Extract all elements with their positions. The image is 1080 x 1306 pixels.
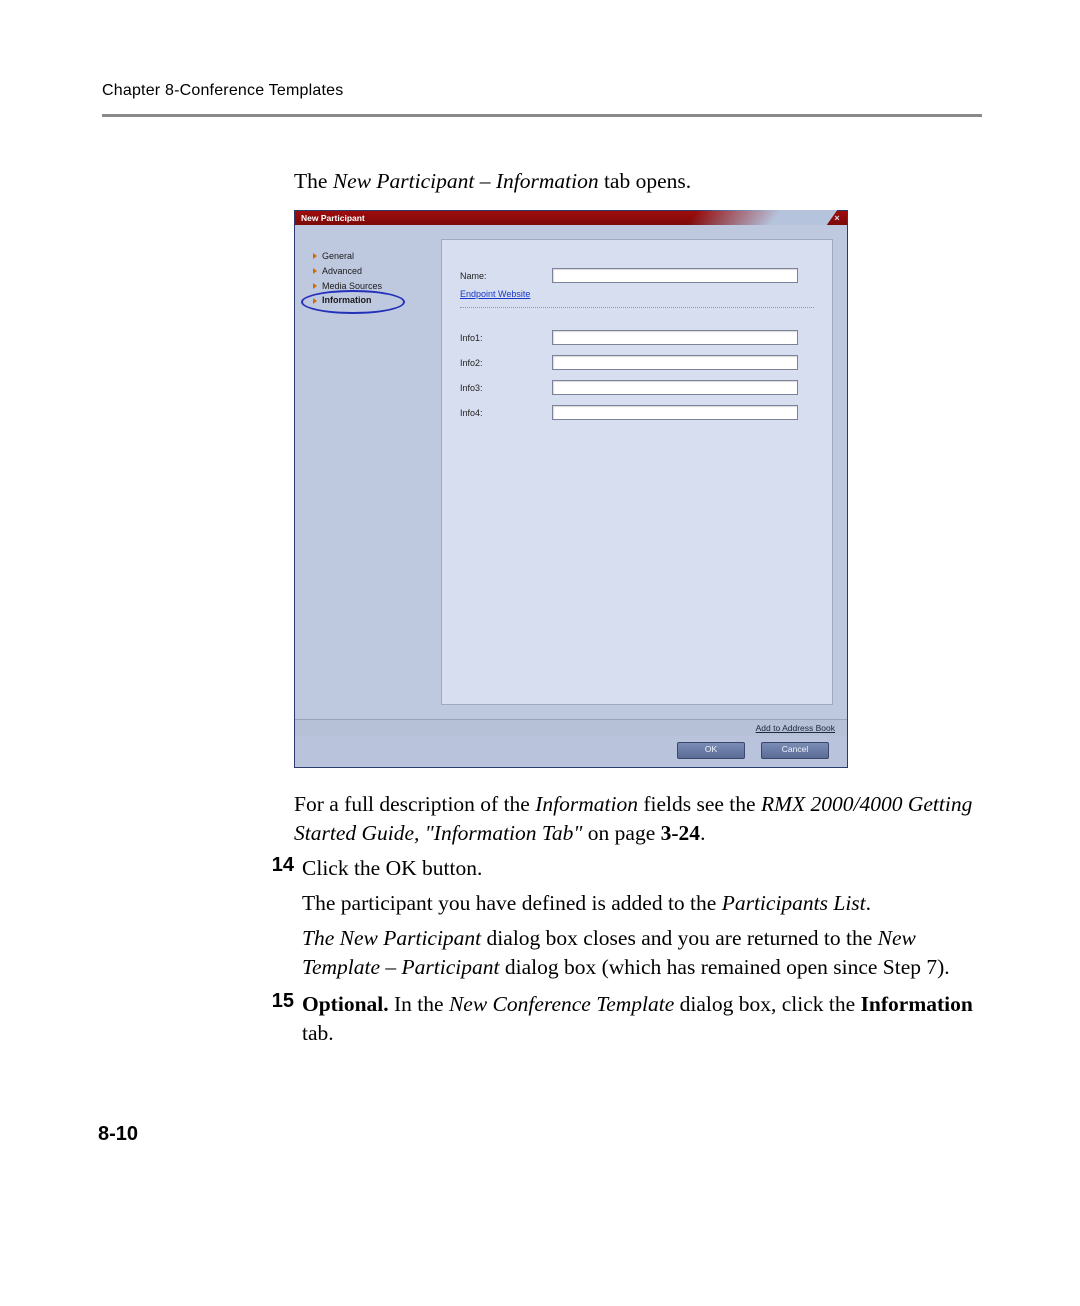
intro-prefix: The	[294, 169, 333, 193]
chapter-header: Chapter 8-Conference Templates	[102, 82, 982, 100]
sidebar-item-information[interactable]: Information	[313, 293, 441, 308]
sidebar-item-label: Advanced	[322, 266, 362, 277]
dialog-figure: New Participant × General Advanced	[294, 210, 848, 768]
t: .	[866, 891, 871, 915]
name-row: Name:	[460, 268, 814, 283]
chevron-right-icon	[313, 298, 317, 304]
name-label: Name:	[460, 271, 552, 281]
step-15: 15 Optional. In the New Conference Templ…	[294, 990, 974, 1054]
t: The participant you have defined is adde…	[302, 891, 722, 915]
info2-input[interactable]	[552, 355, 798, 370]
chevron-right-icon	[313, 253, 317, 259]
step-14: 14 Click the OK button. The participant …	[294, 854, 974, 988]
info3-input[interactable]	[552, 380, 798, 395]
step14-line3: The New Participant dialog box closes an…	[302, 924, 974, 982]
dialog-status-bar: Add to Address Book	[295, 719, 847, 736]
step14-line2: The participant you have defined is adde…	[302, 889, 974, 918]
post-figure-paragraph: For a full description of the Informatio…	[294, 790, 974, 848]
sidebar-item-general[interactable]: General	[313, 249, 441, 264]
dialog-footer: OK Cancel	[295, 736, 847, 767]
t: Information	[535, 792, 638, 816]
info2-label: Info2:	[460, 358, 552, 368]
titlebar-accent	[687, 210, 838, 225]
t: on page	[582, 821, 660, 845]
info1-input[interactable]	[552, 330, 798, 345]
dialog-titlebar[interactable]: New Participant ×	[295, 211, 847, 225]
step-number: 15	[258, 990, 302, 1013]
intro-line: The New Participant – Information tab op…	[294, 167, 974, 196]
sidebar-item-label: Media Sources	[322, 281, 382, 292]
close-icon[interactable]: ×	[831, 211, 843, 225]
t: New Conference Template	[449, 992, 674, 1016]
step14-line1: Click the OK button.	[302, 854, 974, 883]
t: In the	[389, 992, 449, 1016]
info4-label: Info4:	[460, 408, 552, 418]
t: Participants List	[722, 891, 866, 915]
ok-button[interactable]: OK	[677, 742, 745, 759]
step15-text: Optional. In the New Conference Template…	[302, 990, 974, 1048]
add-to-address-book-link[interactable]: Add to Address Book	[756, 723, 835, 733]
t: dialog box (which has remained open sinc…	[499, 955, 949, 979]
t: tab.	[302, 1021, 334, 1045]
t: dialog box, click the	[674, 992, 860, 1016]
chevron-right-icon	[313, 283, 317, 289]
separator	[460, 307, 814, 308]
intro-suffix: tab opens.	[599, 169, 692, 193]
sidebar-item-label: General	[322, 251, 354, 262]
endpoint-website-link[interactable]: Endpoint Website	[460, 289, 530, 299]
sidebar-item-advanced[interactable]: Advanced	[313, 264, 441, 279]
page-number: 8-10	[98, 1123, 138, 1146]
dialog-sidebar: General Advanced Media Sources Info	[295, 225, 441, 719]
intro-italic: New Participant – Information	[333, 169, 599, 193]
dialog-panel: Name: Endpoint Website Info1:	[441, 239, 833, 705]
info1-label: Info1:	[460, 333, 552, 343]
cancel-button[interactable]: Cancel	[761, 742, 829, 759]
t: The New Participant	[302, 926, 481, 950]
page-ref: 3-24	[661, 821, 700, 845]
info4-input[interactable]	[552, 405, 798, 420]
sidebar-item-label: Information	[322, 295, 372, 306]
t: For a full description of the	[294, 792, 535, 816]
header-rule	[102, 114, 982, 117]
chevron-right-icon	[313, 268, 317, 274]
info3-label: Info3:	[460, 383, 552, 393]
step-number: 14	[258, 854, 302, 877]
name-input[interactable]	[552, 268, 798, 283]
t: Optional.	[302, 992, 389, 1016]
t: fields see the	[638, 792, 761, 816]
sidebar-item-media-sources[interactable]: Media Sources	[313, 279, 441, 294]
t: dialog box closes and you are returned t…	[481, 926, 877, 950]
new-participant-dialog: New Participant × General Advanced	[294, 210, 848, 768]
dialog-title: New Participant	[301, 213, 365, 223]
t: .	[700, 821, 705, 845]
t: Information	[861, 992, 973, 1016]
